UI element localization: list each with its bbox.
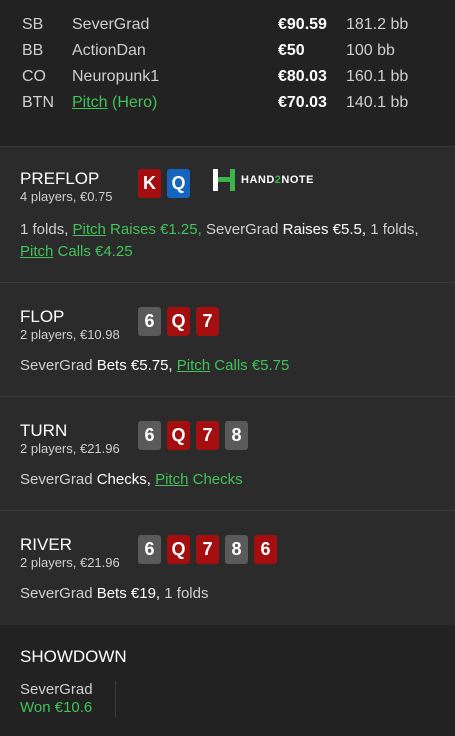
- player-stack-bb: 100 bb: [346, 42, 395, 59]
- card: Q: [167, 169, 190, 198]
- action-verb: Checks: [188, 471, 243, 488]
- action-player: SeverGrad: [201, 221, 279, 238]
- hand2note-logo-text: HAND2NOTE: [241, 174, 314, 186]
- card: 7: [196, 535, 219, 564]
- card: 8: [225, 535, 248, 564]
- action-verb: Calls €4.25: [53, 243, 133, 260]
- card: Q: [167, 421, 190, 450]
- action-player: SeverGrad: [20, 471, 93, 488]
- street-pot-info: 2 players, €21.96: [20, 441, 120, 456]
- player-name[interactable]: SeverGrad: [50, 16, 278, 34]
- showdown-result: Won €10.6: [20, 699, 93, 716]
- street-title-block: TURN 2 players, €21.96: [20, 421, 138, 457]
- player-stack: €80.03: [278, 68, 327, 85]
- card: 7: [196, 421, 219, 450]
- player-position: BB: [22, 42, 44, 59]
- street-header: RIVER 2 players, €21.96 6 Q 7 8 6: [20, 535, 435, 571]
- action-verb: Checks,: [92, 471, 151, 488]
- street-title-block: FLOP 2 players, €10.98: [20, 307, 138, 343]
- hero-name-link[interactable]: Pitch: [20, 243, 53, 260]
- street-name: PREFLOP: [20, 169, 100, 188]
- hero-name-link[interactable]: Pitch: [72, 94, 108, 111]
- street-pot-info: 2 players, €10.98: [20, 327, 120, 342]
- street-pot-info: 4 players, €0.75: [20, 189, 113, 204]
- player-stack: €50: [278, 42, 305, 59]
- card: 6: [254, 535, 277, 564]
- card: 7: [196, 307, 219, 336]
- player-stack: €90.59: [278, 16, 327, 33]
- showdown-player: SeverGrad Won €10.6: [20, 681, 116, 717]
- card: 6: [138, 307, 161, 336]
- hole-cards: K Q: [138, 169, 190, 198]
- street-actions: SeverGrad Bets €19, 1 folds: [20, 583, 435, 605]
- showdown-player-name: SeverGrad: [20, 681, 93, 698]
- card: 6: [138, 535, 161, 564]
- player-name-text: ActionDan: [72, 42, 146, 59]
- player-position: SB: [22, 16, 44, 33]
- board-cards: 6 Q 7 8: [138, 421, 248, 450]
- hand-history-panel: SB SeverGrad €90.59 181.2 bb BB ActionDa…: [0, 0, 455, 736]
- street-river: RIVER 2 players, €21.96 6 Q 7 8 6 SeverG…: [0, 511, 455, 625]
- hand2note-logo: HAND2NOTE: [213, 169, 314, 191]
- hero-name-link[interactable]: Pitch: [73, 221, 106, 238]
- action-player: SeverGrad: [20, 585, 93, 602]
- players-table: SB SeverGrad €90.59 181.2 bb BB ActionDa…: [0, 0, 455, 147]
- board-cards: 6 Q 7 8 6: [138, 535, 277, 564]
- player-name[interactable]: Neuropunk1: [50, 68, 278, 86]
- street-preflop: PREFLOP 4 players, €0.75 K Q HAND2NOTE 1…: [0, 147, 455, 283]
- action-text: 1 folds: [160, 585, 209, 602]
- action-verb: Raises €1.25,: [105, 221, 202, 238]
- street-actions: SeverGrad Bets €5.75, Pitch Calls €5.75: [20, 355, 435, 377]
- street-flop: FLOP 2 players, €10.98 6 Q 7 SeverGrad B…: [0, 283, 455, 397]
- street-title-block: RIVER 2 players, €21.96: [20, 535, 138, 571]
- player-name[interactable]: ActionDan: [50, 42, 278, 60]
- player-position: CO: [22, 68, 46, 85]
- hero-suffix: (Hero): [107, 94, 158, 111]
- card: 8: [225, 421, 248, 450]
- action-verb: Raises €5.5,: [278, 221, 367, 238]
- street-name: FLOP: [20, 307, 65, 326]
- showdown-section: SHOWDOWN SeverGrad Won €10.6: [0, 625, 455, 736]
- card: Q: [167, 535, 190, 564]
- action-text: 1 folds,: [366, 221, 419, 238]
- street-title-block: PREFLOP 4 players, €0.75: [20, 169, 138, 205]
- player-stack-bb: 181.2 bb: [346, 16, 409, 33]
- player-stack: €70.03: [278, 94, 327, 111]
- street-actions: 1 folds, Pitch Raises €1.25, SeverGrad R…: [20, 219, 435, 263]
- player-name-text: Neuropunk1: [72, 68, 160, 85]
- action-text: 1 folds,: [20, 221, 73, 238]
- action-player: SeverGrad: [20, 357, 93, 374]
- player-row: SB SeverGrad €90.59 181.2 bb: [0, 12, 455, 38]
- street-turn: TURN 2 players, €21.96 6 Q 7 8 SeverGrad…: [0, 397, 455, 511]
- player-row: BB ActionDan €50 100 bb: [0, 38, 455, 64]
- street-actions: SeverGrad Checks, Pitch Checks: [20, 469, 435, 491]
- player-row: CO Neuropunk1 €80.03 160.1 bb: [0, 64, 455, 90]
- card: K: [138, 169, 161, 198]
- hero-name-link[interactable]: Pitch: [155, 471, 188, 488]
- street-header: FLOP 2 players, €10.98 6 Q 7: [20, 307, 435, 343]
- player-name-hero[interactable]: Pitch (Hero): [50, 94, 278, 112]
- street-header: TURN 2 players, €21.96 6 Q 7 8: [20, 421, 435, 457]
- card: Q: [167, 307, 190, 336]
- street-pot-info: 2 players, €21.96: [20, 555, 120, 570]
- street-name: TURN: [20, 421, 68, 440]
- hero-name-link[interactable]: Pitch: [177, 357, 210, 374]
- street-name: RIVER: [20, 535, 72, 554]
- player-row-hero: BTN Pitch (Hero) €70.03 140.1 bb: [0, 90, 455, 116]
- action-verb: Calls €5.75: [210, 357, 290, 374]
- hand2note-logo-icon: [213, 169, 235, 191]
- player-stack-bb: 140.1 bb: [346, 94, 409, 111]
- action-verb: Bets €5.75,: [92, 357, 173, 374]
- action-verb: Bets €19,: [92, 585, 161, 602]
- player-name-text: SeverGrad: [72, 16, 150, 33]
- showdown-title: SHOWDOWN: [20, 647, 127, 666]
- board-cards: 6 Q 7: [138, 307, 219, 336]
- player-stack-bb: 160.1 bb: [346, 68, 409, 85]
- card: 6: [138, 421, 161, 450]
- player-position: BTN: [22, 94, 54, 111]
